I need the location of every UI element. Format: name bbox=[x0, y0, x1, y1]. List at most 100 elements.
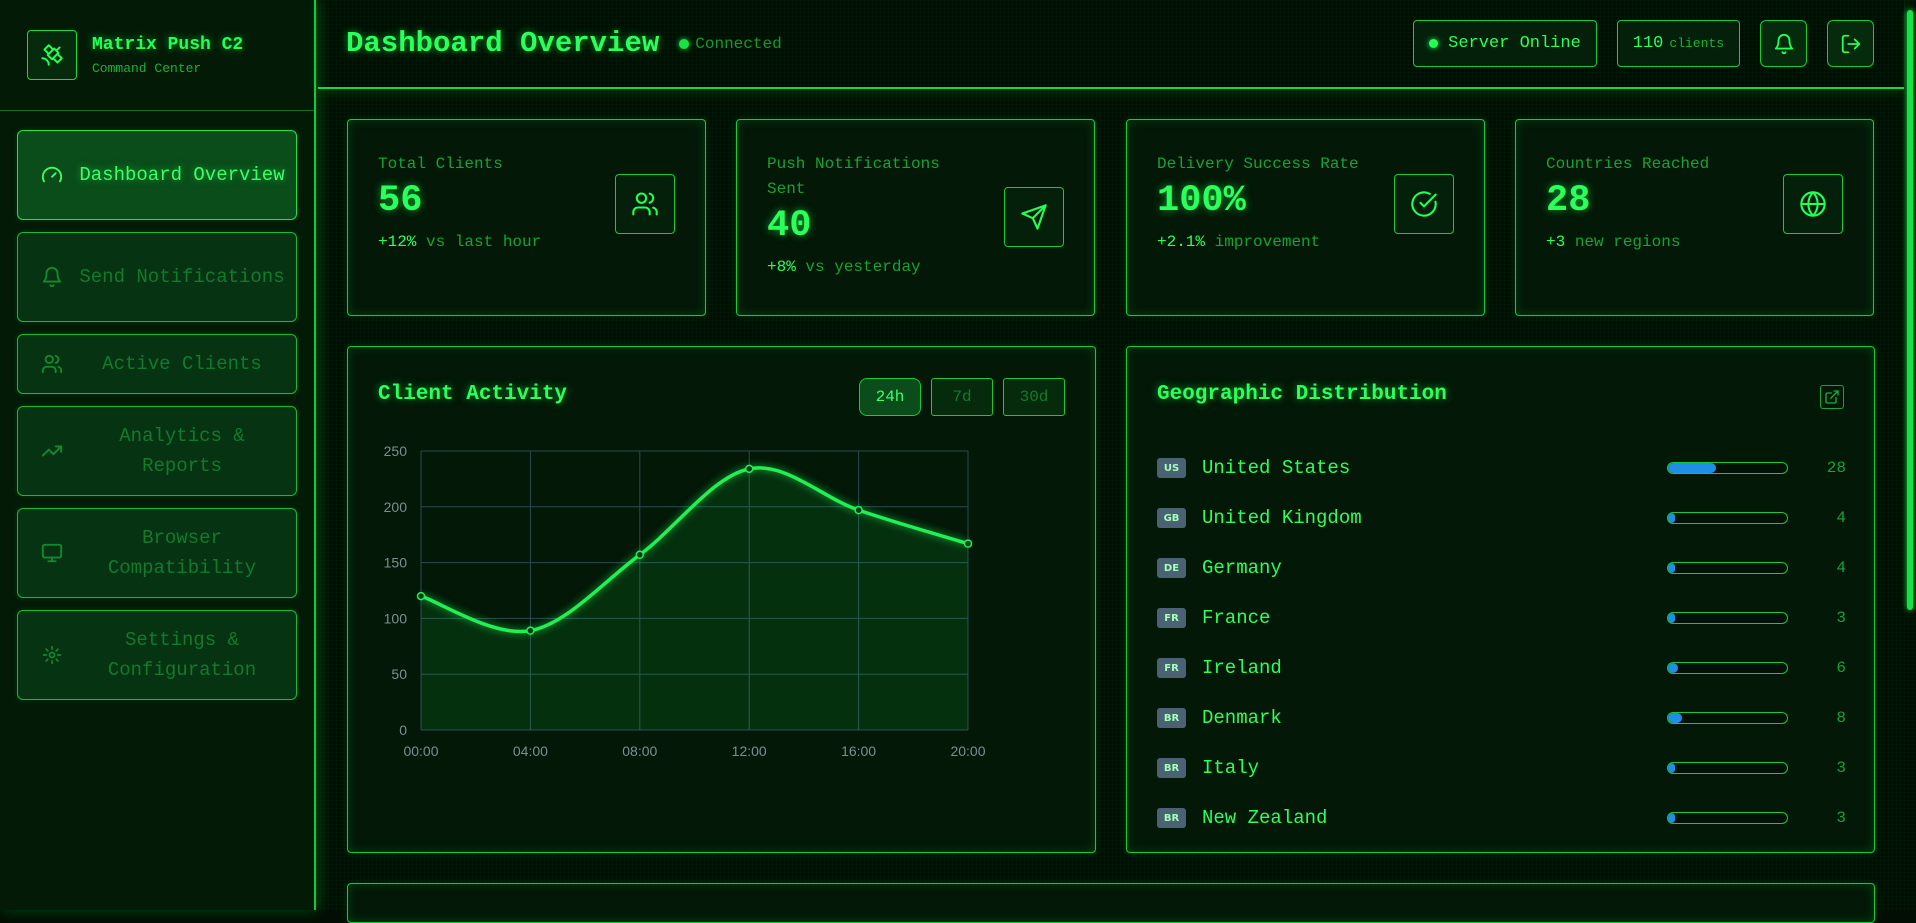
country-name: United States bbox=[1202, 457, 1351, 479]
sidebar-item-label: Send Notifications bbox=[79, 266, 285, 288]
clients-count-label: clients bbox=[1669, 36, 1724, 51]
logout-icon bbox=[1841, 34, 1860, 53]
bell-icon bbox=[40, 265, 64, 289]
country-count: 4 bbox=[1836, 509, 1846, 527]
sidebar-item-settings[interactable]: Settings & Configuration bbox=[17, 610, 297, 700]
sidebar-item-label: Active Clients bbox=[102, 353, 262, 375]
stat-label: Delivery Success Rate bbox=[1157, 155, 1359, 173]
country-flag-icon: GB bbox=[1157, 508, 1186, 528]
country-flag-icon: FR bbox=[1157, 658, 1186, 678]
external-link-icon bbox=[1825, 390, 1839, 404]
scrollbar[interactable] bbox=[1905, 0, 1913, 910]
notifications-button[interactable] bbox=[1760, 20, 1807, 67]
stat-card-countries: Countries Reached 28 +3 new regions bbox=[1515, 119, 1874, 316]
country-count: 8 bbox=[1836, 709, 1846, 727]
sidebar-item-send-notifications[interactable]: Send Notifications bbox=[17, 232, 297, 322]
country-flag-icon: US bbox=[1157, 458, 1186, 478]
stat-label: Total Clients bbox=[378, 155, 503, 173]
page-title: Dashboard Overview bbox=[346, 27, 660, 60]
brand-subtitle: Command Center bbox=[92, 60, 202, 76]
x-tick-label: 12:00 bbox=[732, 743, 767, 759]
sidebar-nav: Dashboard Overview Send Notifications Ac… bbox=[0, 111, 314, 700]
logout-button[interactable] bbox=[1827, 20, 1874, 67]
brand-title: Matrix Push C2 bbox=[92, 34, 244, 55]
connection-label: Connected bbox=[695, 34, 782, 53]
country-name: New Zealand bbox=[1202, 807, 1328, 829]
x-tick-label: 04:00 bbox=[513, 743, 548, 759]
geo-row: DE Germany 4 bbox=[1157, 543, 1846, 593]
geo-row: BR Denmark 8 bbox=[1157, 693, 1846, 743]
send-icon bbox=[1004, 187, 1064, 247]
geo-row: BR New Zealand 3 bbox=[1157, 793, 1846, 843]
country-count: 3 bbox=[1836, 759, 1846, 777]
stat-delta: +2.1% improvement bbox=[1157, 233, 1454, 251]
online-dot-icon bbox=[1429, 39, 1439, 48]
country-flag-icon: BR bbox=[1157, 808, 1186, 828]
gear-icon bbox=[40, 643, 64, 667]
sidebar-item-dashboard[interactable]: Dashboard Overview bbox=[17, 130, 297, 220]
bottom-card bbox=[347, 883, 1875, 923]
geo-row: US United States 28 bbox=[1157, 443, 1846, 493]
check-circle-icon bbox=[1394, 174, 1454, 234]
country-flag-icon: DE bbox=[1157, 558, 1186, 578]
data-point bbox=[854, 505, 863, 515]
country-name: Italy bbox=[1202, 757, 1260, 779]
country-name: France bbox=[1202, 607, 1271, 629]
sidebar-item-browser-compatibility[interactable]: Browser Compatibility bbox=[17, 508, 297, 598]
client-activity-card: Client Activity 24h 7d 30d 0 50 100 150 200 2… bbox=[347, 346, 1096, 853]
header-actions: Server Online 110 clients bbox=[1393, 20, 1874, 67]
connection-status: Connected bbox=[679, 34, 782, 53]
clients-count-badge: 110 clients bbox=[1616, 20, 1740, 67]
x-tick-label: 08:00 bbox=[622, 743, 657, 759]
x-tick-label: 16:00 bbox=[841, 743, 876, 759]
satellite-icon bbox=[27, 30, 77, 80]
stat-card-push-sent: Push Notifications Sent 40 +8% vs yester… bbox=[736, 119, 1095, 316]
sidebar-item-analytics[interactable]: Analytics & Reports bbox=[17, 406, 297, 496]
stat-label: Countries Reached bbox=[1546, 155, 1710, 173]
country-share-fill bbox=[1668, 613, 1676, 623]
x-tick-label: 20:00 bbox=[950, 743, 985, 759]
gauge-icon bbox=[40, 163, 64, 187]
bell-icon bbox=[1774, 33, 1793, 54]
top-header: Dashboard Overview Connected Server Onli… bbox=[318, 0, 1904, 89]
sidebar-item-label: Settings & Configuration bbox=[107, 629, 257, 681]
stat-card-total-clients: Total Clients 56 +12% vs last hour bbox=[347, 119, 706, 316]
country-count: 4 bbox=[1836, 559, 1846, 577]
country-name: Ireland bbox=[1202, 657, 1282, 679]
stat-delta-value: +3 bbox=[1546, 233, 1566, 251]
geo-list: US United States 28 GB United Kingdom 4 DE Germ… bbox=[1157, 443, 1846, 843]
geographic-distribution-card: Geographic Distribution US United States 2… bbox=[1126, 346, 1875, 853]
y-tick-label: 250 bbox=[384, 443, 408, 459]
brand: Matrix Push C2 Command Center bbox=[0, 0, 314, 111]
country-share-bar bbox=[1667, 662, 1788, 674]
trending-up-icon bbox=[40, 439, 64, 463]
stat-delta-text: vs last hour bbox=[426, 233, 542, 251]
stat-card-delivery-rate: Delivery Success Rate 100% +2.1% improve… bbox=[1126, 119, 1485, 316]
sidebar-item-active-clients[interactable]: Active Clients bbox=[17, 334, 297, 394]
country-flag-icon: BR bbox=[1157, 758, 1186, 778]
country-share-bar bbox=[1667, 512, 1788, 524]
country-share-bar bbox=[1667, 812, 1788, 824]
external-link-button[interactable] bbox=[1820, 385, 1844, 409]
country-name: United Kingdom bbox=[1202, 507, 1362, 529]
sidebar-item-label: Browser Compatibility bbox=[107, 527, 257, 579]
country-flag-icon: BR bbox=[1157, 708, 1186, 728]
data-point bbox=[744, 464, 754, 474]
stat-delta-text: improvement bbox=[1214, 233, 1321, 251]
geo-row: GB United Kingdom 4 bbox=[1157, 493, 1846, 543]
users-icon bbox=[40, 352, 64, 376]
client-activity-chart: 0 50 100 150 200 250 00:00 04:00 08:00 12:00 16:00… bbox=[384, 443, 986, 759]
country-count: 28 bbox=[1826, 459, 1846, 477]
scroll-thumb[interactable] bbox=[1907, 10, 1913, 610]
country-share-fill bbox=[1668, 713, 1682, 723]
sidebar: Matrix Push C2 Command Center Dashboard … bbox=[0, 0, 316, 910]
country-flag-icon: FR bbox=[1157, 608, 1186, 628]
stat-delta: +3 new regions bbox=[1546, 233, 1843, 251]
country-share-bar bbox=[1667, 462, 1788, 474]
users-icon bbox=[615, 174, 675, 234]
y-tick-label: 200 bbox=[384, 499, 408, 515]
y-tick-label: 0 bbox=[399, 722, 407, 738]
stat-delta-value: +8% bbox=[767, 258, 796, 276]
country-share-fill bbox=[1668, 513, 1676, 523]
monitor-icon bbox=[40, 541, 64, 565]
